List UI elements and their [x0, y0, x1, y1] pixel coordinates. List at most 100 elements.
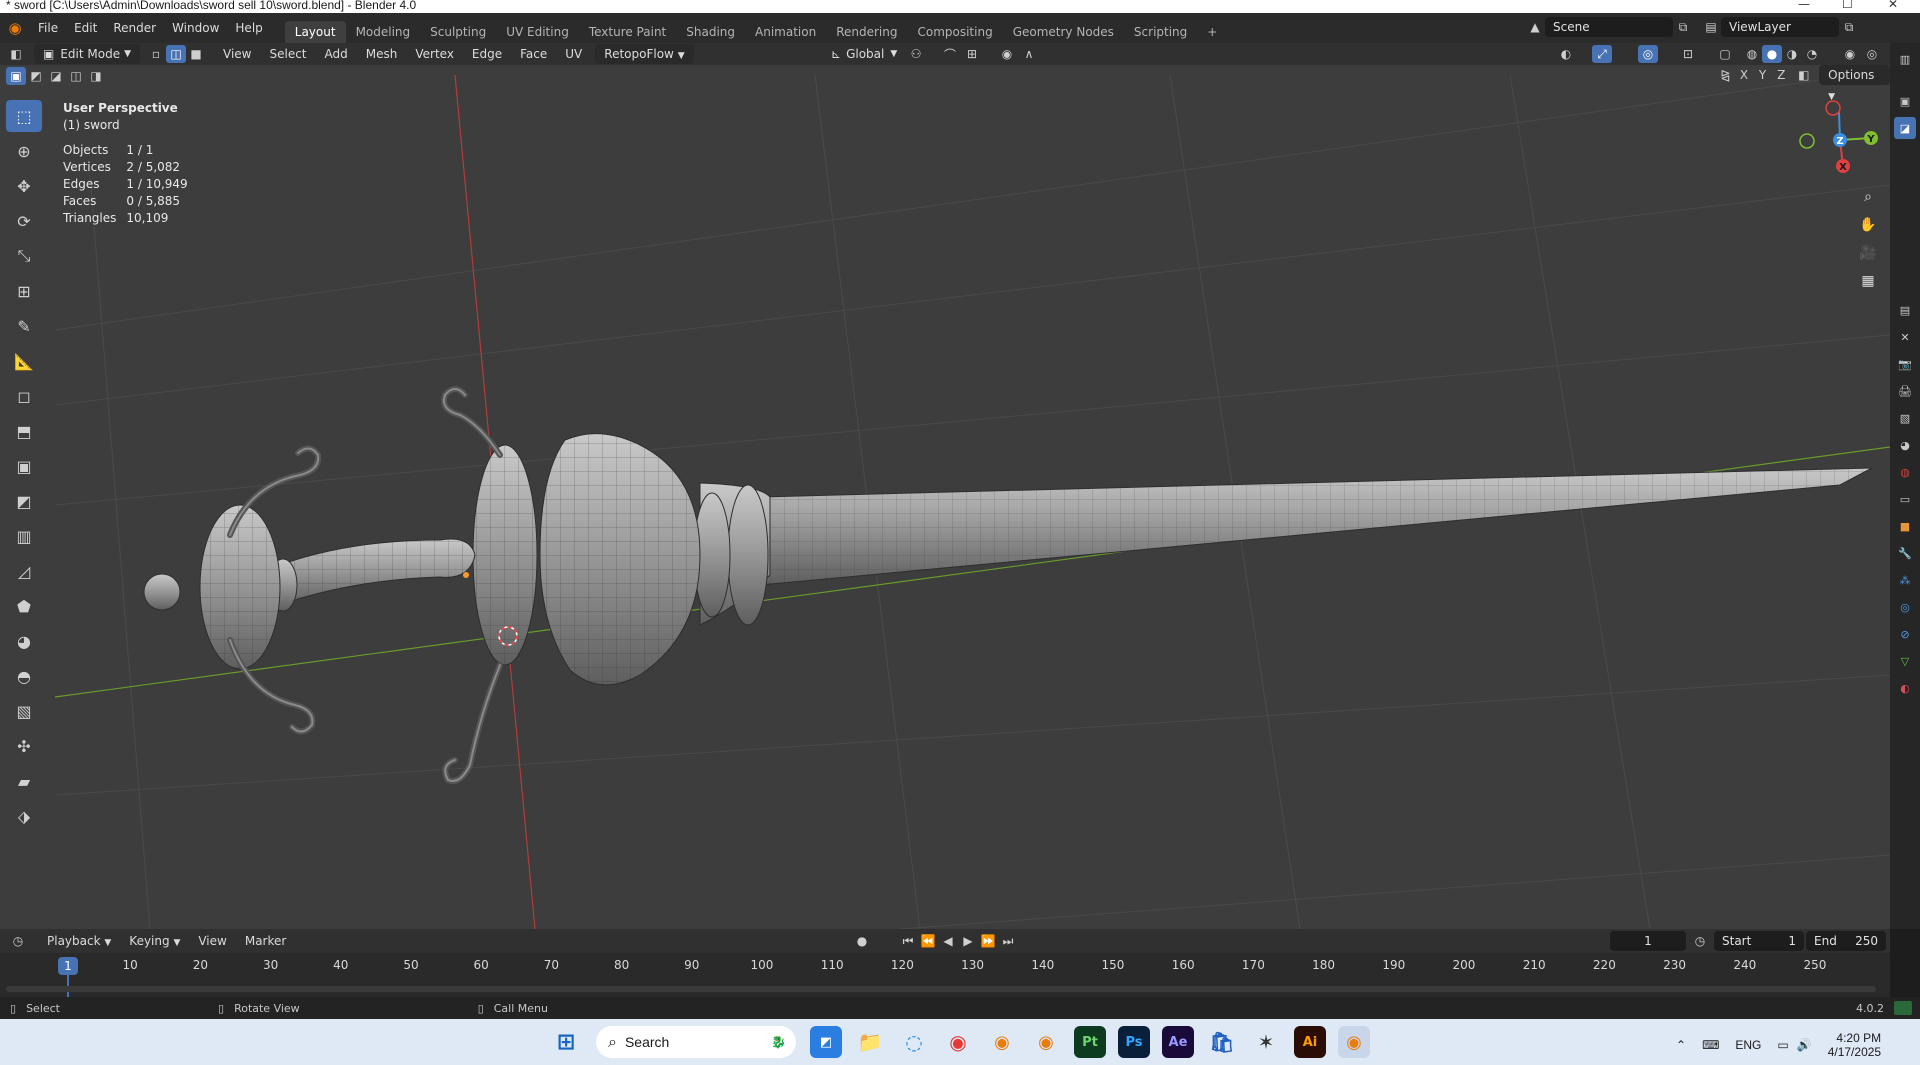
spin-tool-icon[interactable]: ◕	[6, 625, 42, 657]
perspective-toggle-icon[interactable]: ▦	[1854, 267, 1882, 295]
tab-sculpting[interactable]: Sculpting	[420, 21, 496, 43]
volume-icon[interactable]: 🔊	[1797, 1038, 1812, 1052]
material-properties-icon[interactable]: ◐	[1894, 677, 1916, 699]
new-scene-icon[interactable]: ⧉	[1673, 18, 1693, 36]
close-icon[interactable]: ✕	[1888, 0, 1898, 11]
rendered-shading-icon[interactable]: ◔	[1802, 45, 1822, 63]
data-properties-icon[interactable]: ▽	[1894, 650, 1916, 672]
properties-menu-icon[interactable]: ▤	[1894, 299, 1916, 321]
toggle-xray-icon[interactable]: ▢	[1715, 45, 1735, 63]
preview-range-icon[interactable]: ◷	[1690, 932, 1710, 950]
modifier-properties-icon[interactable]: 🔧	[1894, 542, 1916, 564]
current-frame-field[interactable]: 1	[1610, 931, 1686, 951]
next-keyframe-icon[interactable]: ⏩	[978, 932, 998, 950]
substance-painter-icon[interactable]: Pt	[1074, 1026, 1106, 1058]
add-cube-tool-icon[interactable]: ◻	[6, 380, 42, 412]
play-icon[interactable]: ▶	[958, 932, 978, 950]
orientation-dropdown[interactable]: ⊾ Global ▼	[822, 44, 906, 64]
menu-vertex[interactable]: Vertex	[406, 44, 463, 64]
tab-shading[interactable]: Shading	[676, 21, 745, 43]
menu-edge[interactable]: Edge	[463, 44, 511, 64]
rip-tool-icon[interactable]: ⬗	[6, 800, 42, 832]
tab-geometry-nodes[interactable]: Geometry Nodes	[1003, 21, 1124, 43]
render-engine-icon[interactable]: ◎	[1862, 45, 1882, 63]
blender-app-icon-2[interactable]: ◉	[1030, 1026, 1062, 1058]
scene-icon[interactable]: ▲	[1525, 18, 1545, 36]
output-properties-icon[interactable]: 🖨	[1894, 380, 1916, 402]
edge-slide-tool-icon[interactable]: ▧	[6, 695, 42, 727]
select-box-tool-icon[interactable]: ⬚	[6, 100, 42, 132]
scale-tool-icon[interactable]: ⤡	[6, 240, 42, 272]
editor-type-icon[interactable]: ◧	[6, 45, 26, 63]
start-frame-field[interactable]: Start 1	[1714, 931, 1804, 951]
material-shading-icon[interactable]: ◑	[1782, 45, 1802, 63]
face-select-icon[interactable]: ■	[186, 45, 206, 63]
network-icon[interactable]: ▭	[1777, 1038, 1788, 1052]
pan-hand-icon[interactable]: ✋	[1854, 211, 1882, 239]
3d-viewport[interactable]: ▣ ◩ ◪ ◫ ◨ ⧎ X Y Z ◧ Options ▼ ⬚ ⊕ ✥ ⟳ ⤡ …	[0, 65, 1890, 929]
menu-add[interactable]: Add	[316, 44, 357, 64]
wireframe-shading-icon[interactable]: ◍	[1742, 45, 1762, 63]
menu-render[interactable]: Render	[105, 17, 164, 39]
xray-icon[interactable]: ⊡	[1678, 45, 1698, 63]
rotate-tool-icon[interactable]: ⟳	[6, 205, 42, 237]
select-subtract-icon[interactable]: ◪	[46, 67, 66, 85]
photoshop-icon[interactable]: Ps	[1118, 1026, 1150, 1058]
timeline-area[interactable]: 10 20 30 40 50 60 70 80 90 100 110 120 130 140 150 160 1…	[0, 953, 1890, 997]
annotate-tool-icon[interactable]: ✎	[6, 310, 42, 342]
shading-options-icon[interactable]: ◉	[1840, 45, 1860, 63]
tab-rendering[interactable]: Rendering	[826, 21, 907, 43]
extrude-tool-icon[interactable]: ⬒	[6, 415, 42, 447]
transform-tool-icon[interactable]: ⊞	[6, 275, 42, 307]
navigation-gizmo[interactable]: Z Y X	[1795, 100, 1885, 180]
axis-x-toggle[interactable]: X	[1735, 66, 1754, 84]
prev-keyframe-icon[interactable]: ⏪	[918, 932, 938, 950]
knife-tool-icon[interactable]: ◿	[6, 555, 42, 587]
sword-mesh[interactable]	[143, 386, 1873, 784]
snap-target-icon[interactable]: ⊞	[962, 45, 982, 63]
editor-menu-icon[interactable]: ▥	[1894, 48, 1916, 70]
smooth-tool-icon[interactable]: ◓	[6, 660, 42, 692]
end-frame-field[interactable]: End 250	[1806, 931, 1886, 951]
new-viewlayer-icon[interactable]: ⧉	[1839, 18, 1859, 36]
active-tool-icon[interactable]: ◪	[1894, 117, 1916, 139]
file-explorer-icon[interactable]: 📁	[854, 1026, 886, 1058]
shrink-fatten-tool-icon[interactable]: ✣	[6, 730, 42, 762]
select-invert-icon[interactable]: ◫	[66, 67, 86, 85]
timeline-scrollbar[interactable]	[6, 986, 1876, 992]
menu-edit[interactable]: Edit	[66, 17, 105, 39]
inset-tool-icon[interactable]: ▣	[6, 450, 42, 482]
object-properties-icon[interactable]: ■	[1894, 515, 1916, 537]
render-icon[interactable]: ▣	[1894, 90, 1916, 112]
cursor-tool-icon[interactable]: ⊕	[6, 135, 42, 167]
after-effects-icon[interactable]: Ae	[1162, 1026, 1194, 1058]
illustrator-icon[interactable]: Ai	[1294, 1026, 1326, 1058]
physics-properties-icon[interactable]: ◎	[1894, 596, 1916, 618]
solid-shading-icon[interactable]: ●	[1762, 45, 1782, 63]
poly-build-tool-icon[interactable]: ⬟	[6, 590, 42, 622]
measure-tool-icon[interactable]: 📐	[6, 345, 42, 377]
visibility-icon[interactable]: ◐	[1556, 45, 1576, 63]
tab-animation[interactable]: Animation	[745, 21, 826, 43]
vertex-select-icon[interactable]: ▫	[146, 45, 166, 63]
pivot-icon[interactable]: ⚇	[906, 45, 926, 63]
add-workspace-icon[interactable]: +	[1197, 21, 1227, 43]
collection-properties-icon[interactable]: ▭	[1894, 488, 1916, 510]
select-extend-icon[interactable]: ◩	[26, 67, 46, 85]
camera-view-icon[interactable]: 🎥	[1854, 239, 1882, 267]
taskbar-search[interactable]: ⌕ Search 🐉	[596, 1026, 796, 1058]
options-dropdown[interactable]: Options ▼	[1819, 65, 1890, 102]
axis-z-toggle[interactable]: Z	[1772, 66, 1791, 84]
gizmo-toggle-icon[interactable]: ⤢	[1592, 45, 1612, 63]
tool-settings-icon[interactable]: ✕	[1894, 326, 1916, 348]
move-tool-icon[interactable]: ✥	[6, 170, 42, 202]
jump-start-icon[interactable]: ⏮	[898, 932, 918, 950]
render-properties-icon[interactable]: 📷	[1894, 353, 1916, 375]
zoom-icon[interactable]: ⌕	[1854, 183, 1882, 211]
shear-tool-icon[interactable]: ▰	[6, 765, 42, 797]
tab-scripting[interactable]: Scripting	[1124, 21, 1197, 43]
menu-view[interactable]: View	[214, 44, 260, 64]
mode-dropdown[interactable]: ▣ Edit Mode ▼	[34, 44, 140, 64]
chrome-browser-icon[interactable]: ◉	[942, 1026, 974, 1058]
scene-field[interactable]: Scene	[1545, 17, 1673, 37]
